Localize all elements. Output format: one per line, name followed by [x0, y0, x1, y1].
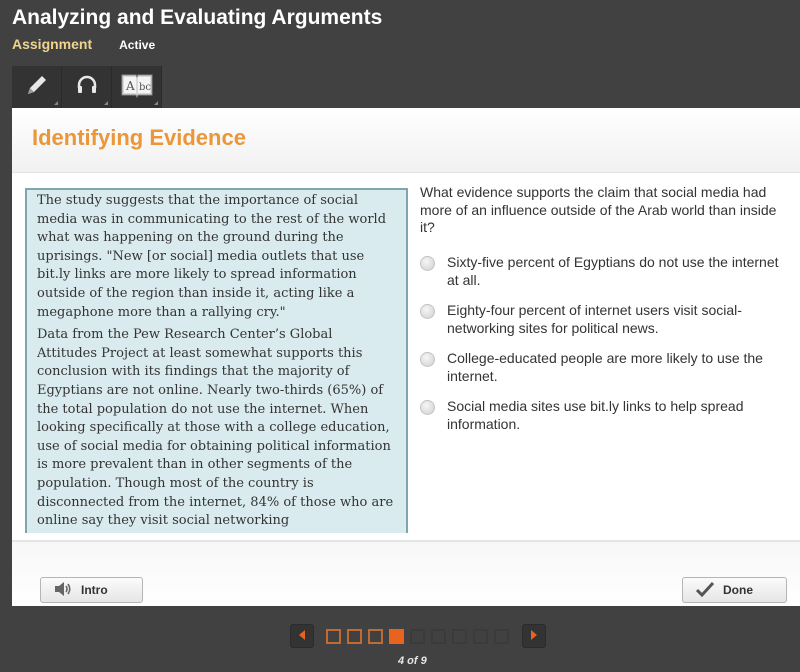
svg-text:bc: bc	[139, 82, 151, 93]
answer-option-label: Social media sites use bit.ly links to h…	[447, 398, 744, 432]
section-header: Identifying Evidence	[12, 108, 800, 173]
answer-option[interactable]: Social media sites use bit.ly links to h…	[420, 398, 792, 433]
page-indicator-5[interactable]	[410, 628, 425, 644]
answer-option[interactable]: Sixty-five percent of Egyptians do not u…	[420, 254, 792, 289]
radio-button[interactable]	[420, 352, 435, 367]
question-prompt: What evidence supports the claim that so…	[420, 184, 777, 235]
radio-button[interactable]	[420, 400, 435, 415]
activity-panel: Identifying Evidence The study suggests …	[12, 108, 800, 540]
page-indicator-3[interactable]	[368, 628, 383, 644]
dictionary-tool-button[interactable]: Abc	[112, 66, 162, 108]
answer-option[interactable]: College-educated people are more likely …	[420, 350, 792, 385]
speaker-icon	[53, 581, 73, 600]
headphones-icon	[74, 72, 100, 103]
assignment-meta: Assignment Active	[12, 36, 155, 52]
section-title: Identifying Evidence	[32, 125, 246, 150]
status-label: Active	[119, 38, 156, 52]
intro-button-label: Intro	[81, 583, 108, 597]
page-indicator-1[interactable]	[326, 628, 341, 644]
assignment-title: Analyzing and Evaluating Arguments	[12, 6, 383, 29]
page-indicator-6[interactable]	[431, 628, 446, 644]
answer-options: Sixty-five percent of Egyptians do not u…	[420, 254, 792, 446]
arrow-right-icon	[530, 627, 538, 645]
checkmark-icon	[695, 581, 715, 600]
page-indicator-4[interactable]	[389, 628, 404, 644]
page-indicators	[326, 628, 515, 644]
answer-option[interactable]: Eighty-four percent of internet users vi…	[420, 302, 792, 337]
answer-option-label: College-educated people are more likely …	[447, 350, 763, 384]
page-indicator-7[interactable]	[452, 628, 467, 644]
page-indicator-2[interactable]	[347, 628, 362, 644]
page-indicator-9[interactable]	[494, 628, 509, 644]
arrow-left-icon	[298, 627, 306, 645]
done-button-label: Done	[723, 583, 753, 597]
pencil-tool-button[interactable]	[12, 66, 62, 108]
radio-button[interactable]	[420, 256, 435, 271]
radio-button[interactable]	[420, 304, 435, 319]
done-button[interactable]: Done	[682, 577, 787, 603]
previous-page-button[interactable]	[290, 624, 314, 648]
passage-paragraph: The study suggests that the importance o…	[37, 193, 387, 320]
intro-button[interactable]: Intro	[40, 577, 143, 603]
audio-tool-button[interactable]	[62, 66, 112, 108]
reading-passage[interactable]: The study suggests that the importance o…	[25, 188, 408, 533]
assignment-type-label: Assignment	[12, 36, 93, 52]
tool-bar: Abc	[12, 66, 162, 108]
next-page-button[interactable]	[522, 624, 546, 648]
passage-paragraph: Data from the Pew Research Center’s Glob…	[37, 327, 394, 529]
dictionary-icon: Abc	[120, 71, 154, 104]
answer-option-label: Eighty-four percent of internet users vi…	[447, 302, 742, 336]
answer-option-label: Sixty-five percent of Egyptians do not u…	[447, 254, 779, 288]
page-count: 4 of 9	[398, 655, 427, 667]
pencil-icon	[24, 72, 50, 103]
page-navigator	[290, 624, 546, 648]
svg-text:A: A	[125, 79, 135, 93]
page-indicator-8[interactable]	[473, 628, 488, 644]
